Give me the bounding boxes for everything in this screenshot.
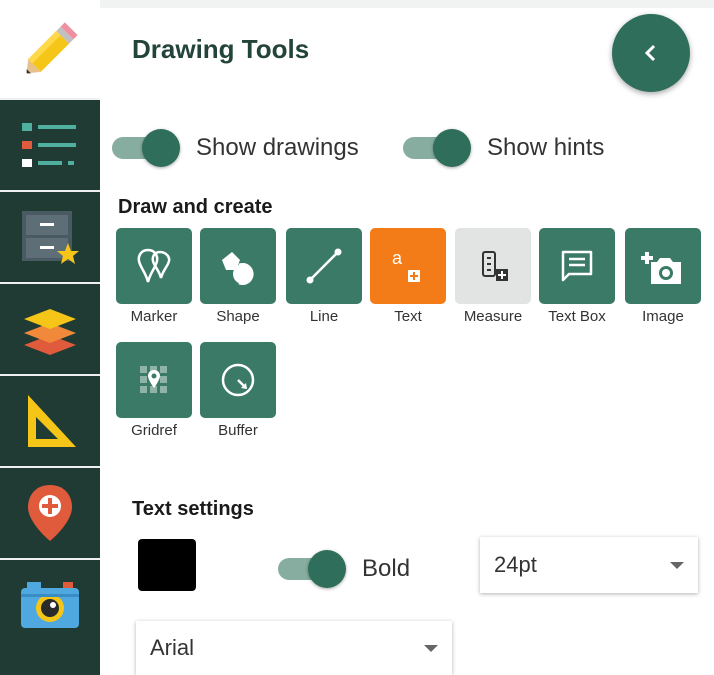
font-family-select[interactable]: Arial bbox=[136, 621, 452, 675]
panel-title: Drawing Tools bbox=[132, 34, 310, 64]
measure-icon bbox=[482, 251, 508, 281]
left-rail bbox=[0, 0, 100, 675]
gridref-tool-label: Gridref bbox=[131, 422, 177, 439]
show-drawings-label: Show drawings bbox=[196, 134, 359, 161]
text-box-tool[interactable]: Text Box bbox=[539, 228, 615, 325]
dropdown-arrow-icon bbox=[670, 561, 684, 569]
toggle-knob bbox=[433, 129, 471, 167]
gridref-icon bbox=[140, 366, 167, 393]
toggle-knob bbox=[308, 550, 346, 588]
buffer-tool[interactable]: Buffer bbox=[200, 342, 276, 439]
image-tool[interactable]: Image bbox=[625, 228, 701, 325]
text-tool-button[interactable]: a bbox=[370, 228, 446, 304]
show-hints-toggle[interactable]: Show hints bbox=[403, 129, 605, 167]
camera-icon[interactable] bbox=[0, 558, 100, 675]
layers-icon[interactable] bbox=[0, 282, 100, 374]
line-tool-button[interactable] bbox=[286, 228, 362, 304]
marker-tool-label: Marker bbox=[130, 308, 178, 325]
marker-tool-button[interactable] bbox=[116, 228, 192, 304]
top-strip bbox=[100, 0, 714, 8]
text-tool-label: Text bbox=[394, 308, 422, 325]
bold-toggle[interactable]: Bold bbox=[278, 550, 411, 588]
line-icon bbox=[306, 248, 342, 284]
buffer-icon bbox=[221, 363, 255, 397]
shape-icon bbox=[222, 252, 254, 285]
text-tool[interactable]: a Text bbox=[370, 228, 446, 325]
collapse-panel-button[interactable] bbox=[612, 14, 690, 92]
dropdown-arrow-icon bbox=[424, 644, 438, 652]
legend-list-icon[interactable] bbox=[0, 98, 100, 190]
show-drawings-toggle[interactable]: Show drawings bbox=[112, 129, 359, 167]
gridref-tool-button[interactable] bbox=[116, 342, 192, 418]
show-hints-label: Show hints bbox=[487, 134, 605, 161]
text-color-swatch[interactable] bbox=[138, 539, 196, 591]
pencil-icon[interactable] bbox=[0, 0, 100, 100]
add-photo-icon bbox=[641, 252, 681, 284]
line-tool-label: Line bbox=[309, 308, 339, 325]
line-tool[interactable]: Line bbox=[286, 228, 362, 325]
shape-tool-button[interactable] bbox=[200, 228, 276, 304]
font-size-value: 24pt bbox=[494, 552, 537, 577]
measure-tool-button[interactable] bbox=[455, 228, 531, 304]
text-settings-heading: Text settings bbox=[132, 498, 254, 520]
image-tool-button[interactable] bbox=[625, 228, 701, 304]
shape-tool-label: Shape bbox=[216, 308, 260, 325]
toggle-track bbox=[403, 129, 471, 167]
gridref-tool[interactable]: Gridref bbox=[116, 342, 192, 439]
text-box-tool-button[interactable] bbox=[539, 228, 615, 304]
measure-tool-label: Measure bbox=[463, 308, 523, 325]
add-place-pin-icon[interactable] bbox=[0, 466, 100, 558]
font-family-value: Arial bbox=[150, 635, 195, 660]
text-tool-glyph: a bbox=[392, 248, 403, 268]
marker-tool[interactable]: Marker bbox=[116, 228, 192, 325]
shape-tool[interactable]: Shape bbox=[200, 228, 276, 325]
chevron-left-icon bbox=[644, 44, 656, 62]
buffer-tool-label: Buffer bbox=[218, 422, 258, 439]
saved-drawer-icon[interactable] bbox=[0, 190, 100, 282]
buffer-tool-button[interactable] bbox=[200, 342, 276, 418]
draw-create-heading: Draw and create bbox=[118, 196, 273, 218]
marker-icon bbox=[137, 248, 171, 283]
font-size-select[interactable]: 24pt bbox=[480, 537, 698, 593]
text-box-tool-label: Text Box bbox=[548, 308, 606, 325]
text-box-icon bbox=[561, 250, 593, 282]
bold-label: Bold bbox=[362, 555, 411, 582]
image-tool-label: Image bbox=[642, 308, 684, 325]
text-icon: a bbox=[392, 248, 420, 282]
toggle-track bbox=[278, 550, 346, 588]
toggle-knob bbox=[142, 129, 180, 167]
toggle-track bbox=[112, 129, 180, 167]
ruler-triangle-icon[interactable] bbox=[0, 374, 100, 466]
measure-tool[interactable]: Measure bbox=[455, 228, 531, 325]
